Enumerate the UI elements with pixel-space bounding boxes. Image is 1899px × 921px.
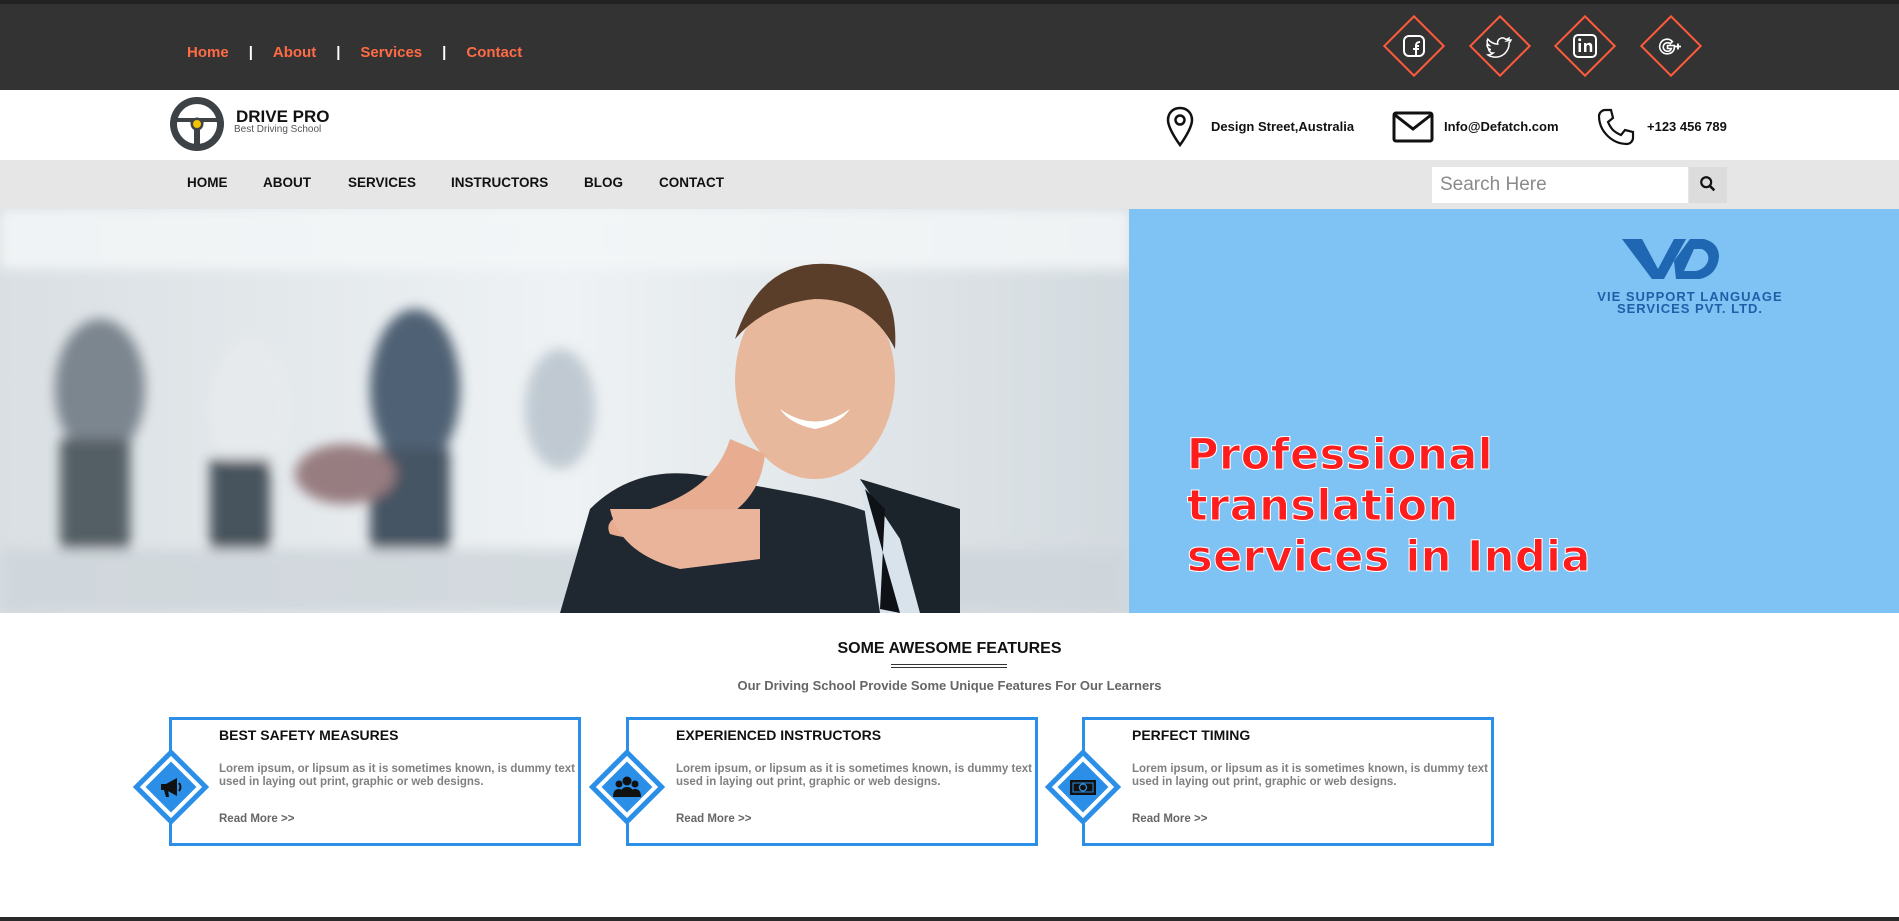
search-button[interactable] (1689, 167, 1727, 203)
company-logo-icon (1622, 239, 1719, 279)
read-more-link[interactable]: Read More >> (219, 813, 294, 825)
search-icon (1700, 175, 1716, 191)
megaphone-icon (161, 778, 182, 797)
feature-card-desc: Lorem ipsum, or lipsum as it is sometime… (676, 763, 1032, 788)
top-links: Home | About | Services | Contact (187, 44, 522, 61)
feature-card-title: PERFECT TIMING (1132, 727, 1251, 743)
features-subtitle: Our Driving School Provide Some Unique F… (737, 678, 1162, 693)
hero-headline-line1: Professional (1187, 430, 1493, 481)
phone-text[interactable]: +123 456 789 (1647, 119, 1727, 134)
nav-item-blog[interactable]: BLOG (584, 175, 623, 190)
read-more-link[interactable]: Read More >> (676, 813, 751, 825)
top-link-home[interactable]: Home (187, 44, 229, 61)
features-divider (891, 664, 1007, 668)
company-name: VIE SUPPORT LANGUAGE SERVICES PVT. LTD. (1540, 290, 1840, 316)
mail-icon (1392, 111, 1434, 143)
features-title: SOME AWESOME FEATURES (837, 640, 1062, 657)
search-input[interactable] (1432, 167, 1688, 203)
feature-card-desc: Lorem ipsum, or lipsum as it is sometime… (219, 763, 575, 788)
location-pin-icon (1166, 106, 1194, 148)
hero-headline-line3: services in India (1187, 532, 1591, 583)
feature-card-desc: Lorem ipsum, or lipsum as it is sometime… (1132, 763, 1488, 788)
nav-item-home[interactable]: HOME (187, 175, 228, 190)
brand-tagline: Best Driving School (234, 124, 322, 135)
phone-icon (1597, 108, 1635, 146)
twitter-icon[interactable] (1468, 14, 1532, 78)
top-link-services[interactable]: Services (360, 44, 422, 61)
top-link-about[interactable]: About (273, 44, 316, 61)
read-more-link[interactable]: Read More >> (1132, 813, 1207, 825)
bottom-border (0, 917, 1899, 921)
hero-photo (0, 209, 1130, 613)
hero-headline: Professional translation services in Ind… (1187, 430, 1591, 583)
email-text[interactable]: Info@Defatch.com (1444, 119, 1559, 134)
nav-item-services[interactable]: SERVICES (348, 175, 416, 190)
feature-badge (131, 747, 211, 827)
users-icon (613, 776, 641, 797)
nav-item-instructors[interactable]: INSTRUCTORS (451, 175, 548, 190)
nav-item-contact[interactable]: CONTACT (659, 175, 724, 190)
feature-card: EXPERIENCED INSTRUCTORS Lorem ipsum, or … (626, 717, 1038, 846)
feature-badge (1043, 747, 1123, 827)
top-link-contact[interactable]: Contact (466, 44, 522, 61)
facebook-icon[interactable] (1382, 14, 1446, 78)
hero-banner (0, 209, 1899, 613)
feature-card: PERFECT TIMING Lorem ipsum, or lipsum as… (1082, 717, 1494, 846)
separator: | (336, 44, 341, 61)
company-name-line2: SERVICES PVT. LTD. (1616, 301, 1764, 316)
hero-headline-line2: translation (1187, 481, 1459, 532)
feature-badge (587, 747, 667, 827)
nav-item-about[interactable]: ABOUT (263, 175, 311, 190)
linkedin-icon[interactable] (1553, 14, 1617, 78)
google-plus-icon[interactable] (1639, 14, 1703, 78)
separator: | (442, 44, 447, 61)
feature-card: BEST SAFETY MEASURES Lorem ipsum, or lip… (169, 717, 581, 846)
feature-card-title: BEST SAFETY MEASURES (219, 727, 399, 743)
address-text: Design Street,Australia (1211, 119, 1355, 134)
steering-wheel-icon[interactable] (168, 95, 226, 153)
separator: | (248, 44, 253, 61)
feature-card-title: EXPERIENCED INSTRUCTORS (676, 727, 882, 743)
money-icon (1070, 780, 1096, 795)
